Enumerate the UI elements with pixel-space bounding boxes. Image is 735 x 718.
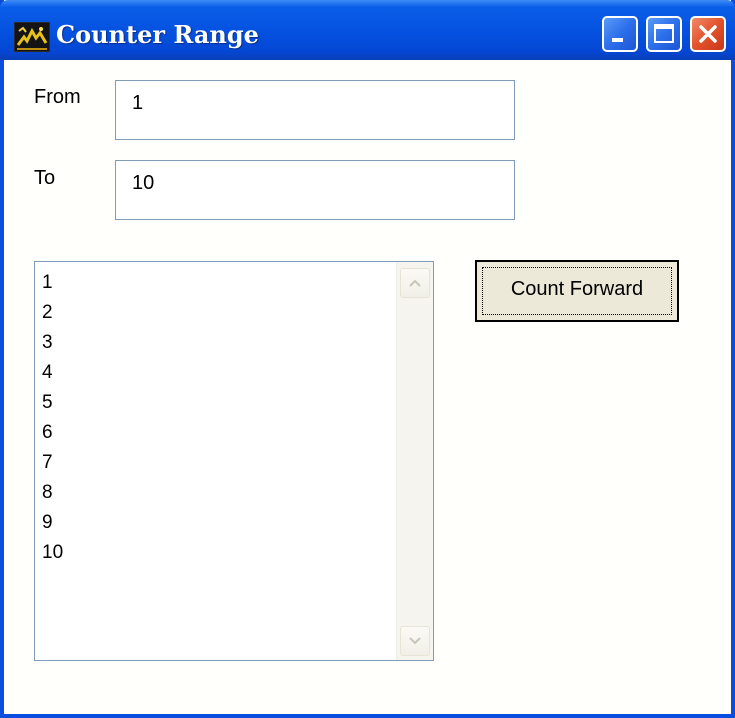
list-item[interactable]: 8 [42, 478, 63, 508]
chevron-up-icon [409, 279, 421, 287]
scroll-down-button[interactable] [400, 626, 430, 656]
from-input-value: 1 [132, 92, 144, 114]
maximize-button[interactable] [646, 16, 682, 52]
close-button[interactable] [690, 16, 726, 52]
list-item[interactable]: 2 [42, 298, 63, 328]
count-forward-label: Count Forward [510, 278, 644, 300]
count-forward-button[interactable]: Count Forward [475, 260, 679, 322]
window-title: Counter Range [56, 20, 259, 49]
to-input[interactable]: 10 [115, 160, 515, 220]
title-bar[interactable]: Counter Range [0, 0, 735, 60]
list-item[interactable]: 9 [42, 508, 63, 538]
close-icon [699, 25, 717, 43]
minimize-button[interactable] [602, 16, 638, 52]
from-input[interactable]: 1 [115, 80, 515, 140]
to-label: To [34, 167, 56, 189]
list-item[interactable]: 4 [42, 358, 63, 388]
vertical-scrollbar[interactable] [396, 262, 433, 660]
list-item[interactable]: 3 [42, 328, 63, 358]
maximize-icon [654, 24, 674, 43]
from-label: From [34, 86, 81, 108]
list-item[interactable]: 1 [42, 268, 63, 298]
minimize-icon [612, 38, 623, 42]
scroll-up-button[interactable] [400, 268, 430, 298]
window-content: From 1 To 10 1 2 3 4 5 6 7 8 9 10 Count … [4, 60, 731, 714]
app-icon[interactable] [14, 22, 50, 52]
list-item[interactable]: 7 [42, 448, 63, 478]
results-listbox[interactable]: 1 2 3 4 5 6 7 8 9 10 [34, 261, 434, 661]
list-item[interactable]: 5 [42, 388, 63, 418]
list-item[interactable]: 10 [42, 538, 63, 568]
to-input-value: 10 [132, 172, 155, 194]
results-list: 1 2 3 4 5 6 7 8 9 10 [42, 268, 63, 568]
list-item[interactable]: 6 [42, 418, 63, 448]
chevron-down-icon [409, 637, 421, 645]
counter-range-window: Counter Range From 1 To 10 1 2 3 4 5 6 7… [0, 0, 735, 718]
